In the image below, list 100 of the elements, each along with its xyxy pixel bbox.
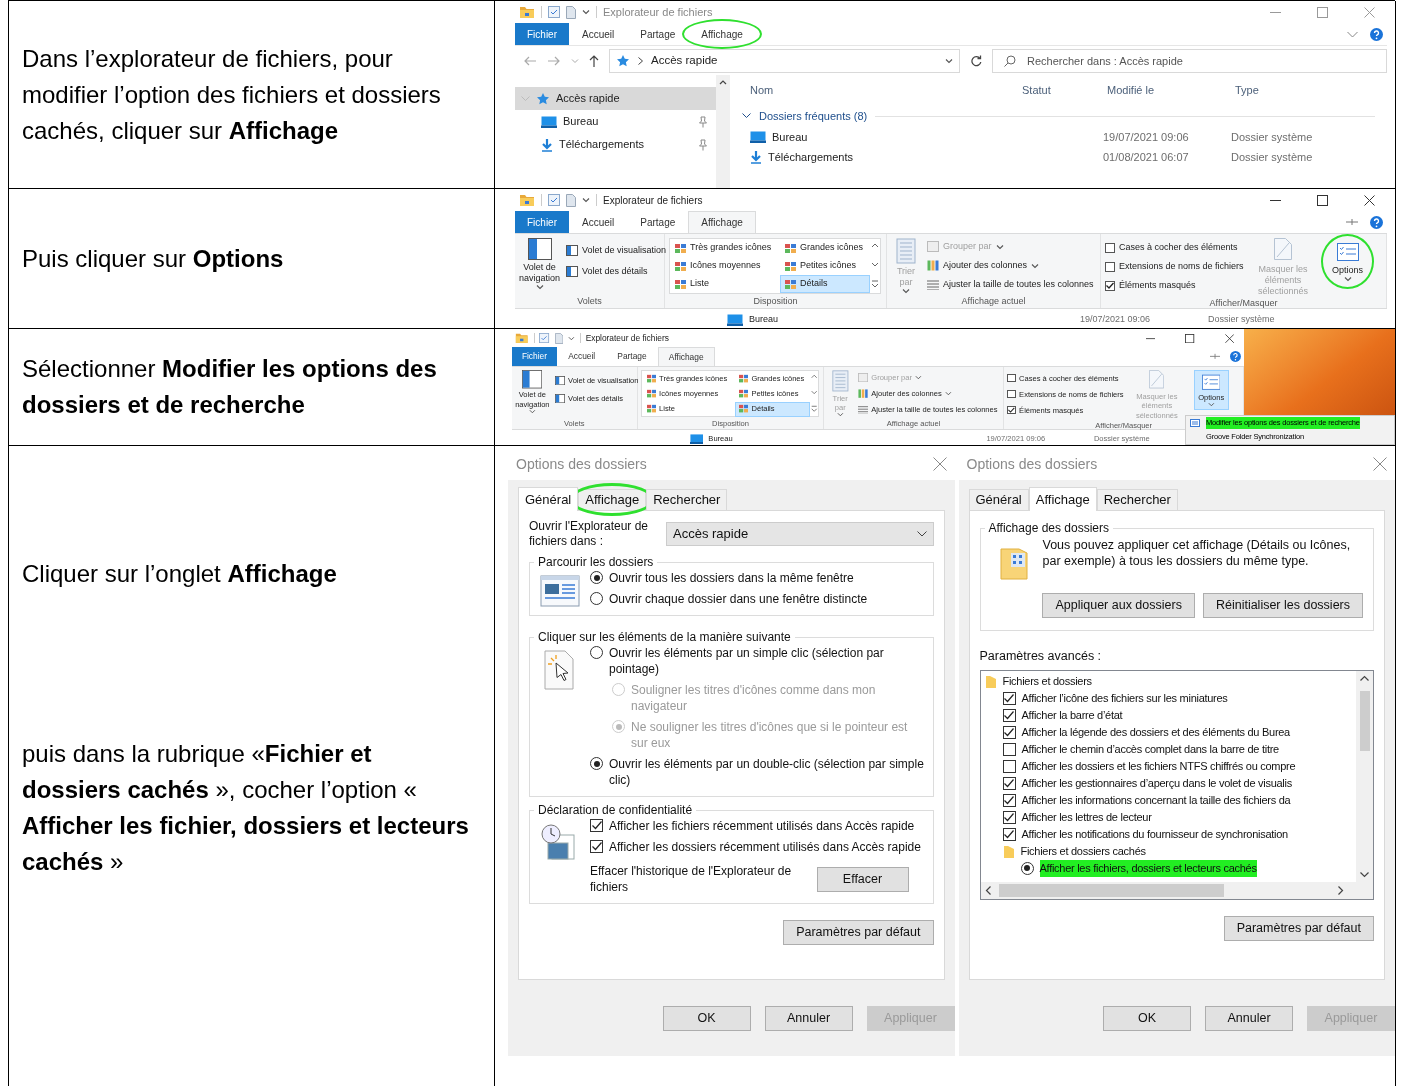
clear-button[interactable]: Effacer: [816, 866, 909, 892]
checkbox-label[interactable]: Éléments masqués: [1019, 404, 1084, 416]
checkbox[interactable]: [1007, 405, 1016, 415]
tree-label[interactable]: Afficher les notifications du fournisseur de synchronisation: [1021, 826, 1288, 843]
tree-label[interactable]: Fichiers et dossiers cachés: [1020, 843, 1146, 860]
ribbon-button[interactable]: Ajuster la taille de toutes les colonnes: [925, 276, 1096, 293]
restore-defaults-button[interactable]: Paramètres par défaut: [783, 920, 934, 945]
dialog-tab[interactable]: Affichage: [1028, 487, 1097, 511]
dialog-button[interactable]: Annuler: [764, 1005, 853, 1031]
options-button[interactable]: Options: [1327, 238, 1369, 285]
checkbox-label[interactable]: Cases à cocher des éléments: [1119, 240, 1238, 255]
option-label[interactable]: Ouvrir les éléments par un double-clic (sélection par simple clic): [609, 756, 925, 788]
maximize-icon[interactable]: [1185, 333, 1195, 343]
tree-label[interactable]: Afficher les informations concernant la taille des fichiers da: [1021, 792, 1291, 809]
dialog-button[interactable]: OK: [1103, 1005, 1191, 1031]
vertical-scroll-bar[interactable]: [1356, 670, 1373, 882]
search-field[interactable]: Rechercher dans : Accès rapide: [992, 48, 1387, 73]
checkbox[interactable]: [1002, 793, 1016, 807]
ribbon-tab[interactable]: Partage: [606, 347, 658, 366]
view-option[interactable]: Liste: [670, 275, 780, 293]
checkbox-label[interactable]: Cases à cocher des éléments: [1019, 372, 1119, 384]
pin-icon[interactable]: [1209, 353, 1220, 361]
scroll-down-icon[interactable]: [1360, 871, 1369, 878]
dropdown[interactable]: Accès rapide: [666, 522, 934, 546]
checkbox[interactable]: [1002, 742, 1016, 756]
tree-label[interactable]: Fichiers et dossiers: [1002, 673, 1092, 690]
view-option[interactable]: Détails: [780, 275, 870, 293]
horizontal-scroll-bar[interactable]: [980, 881, 1373, 899]
ribbon-tab[interactable]: Affichage: [688, 23, 756, 45]
radio-button[interactable]: [590, 571, 603, 584]
file-menu-tab[interactable]: Fichier: [511, 347, 558, 366]
ribbon-button[interactable]: Volet des détails: [564, 263, 669, 280]
tree-label[interactable]: Afficher l’icône des fichiers sur les miniatures: [1021, 690, 1228, 707]
option-label[interactable]: Ouvrir les éléments par un simple clic (sélection par pointage): [609, 645, 925, 677]
tree-label[interactable]: Afficher les dossiers et les fichiers NTFS chiffrés ou compre: [1021, 758, 1296, 775]
option-label[interactable]: Afficher les dossiers récemment utilisés dans Accès rapide: [609, 839, 921, 855]
view-option[interactable]: Grandes icônes: [734, 371, 810, 387]
dialog-tab[interactable]: Rechercher: [646, 489, 728, 510]
tree-label[interactable]: Afficher les lettres de lecteur: [1021, 809, 1152, 826]
close-icon[interactable]: [1224, 333, 1235, 343]
radio-button[interactable]: [1020, 861, 1034, 875]
checkbox-label[interactable]: Éléments masqués: [1119, 278, 1196, 293]
properties-icon[interactable]: [548, 194, 560, 206]
view-option[interactable]: Icônes moyennes: [670, 257, 780, 275]
dialog-button[interactable]: Annuler: [1205, 1005, 1293, 1031]
view-option[interactable]: Petites icônes: [780, 257, 870, 275]
option-label[interactable]: Ouvrir tous les dossiers dans la même fenêtre: [609, 570, 854, 586]
tree-label[interactable]: Afficher le chemin d’accès complet dans la barre de titre: [1021, 741, 1279, 758]
checkbox[interactable]: [1002, 759, 1016, 773]
ribbon-tab[interactable]: Partage: [627, 23, 689, 45]
navigation-item[interactable]: Bureau: [515, 110, 716, 133]
tree-label[interactable]: Afficher la légende des dossiers et des éléments du Burea: [1021, 724, 1290, 741]
chevron-down-icon[interactable]: [742, 113, 751, 119]
checkbox[interactable]: [590, 840, 603, 853]
breadcrumb-item[interactable]: Accès rapide: [651, 51, 718, 70]
view-option[interactable]: Détails: [734, 401, 810, 417]
folder-view-button[interactable]: Réinitialiser les dossiers: [1202, 593, 1363, 618]
ribbon-tab[interactable]: Accueil: [557, 347, 607, 366]
ribbon-button[interactable]: Volet de visualisation: [564, 242, 669, 259]
file-name[interactable]: Téléchargements: [768, 148, 853, 166]
group-header[interactable]: Dossiers fréquents (8): [759, 107, 868, 125]
file-menu-tab[interactable]: Fichier: [515, 211, 569, 233]
dialog-tab[interactable]: Général: [518, 487, 579, 511]
help-icon[interactable]: [1370, 215, 1383, 229]
scroll-thumb[interactable]: [1359, 691, 1370, 752]
column-header[interactable]: Nom: [738, 81, 1018, 99]
ribbon-tab[interactable]: Affichage: [657, 347, 715, 366]
scroll-right-icon[interactable]: [1338, 885, 1344, 895]
ribbon-tab[interactable]: Affichage: [688, 211, 756, 233]
ribbon-button[interactable]: Volet de visualisation: [552, 373, 641, 388]
checkbox[interactable]: [590, 819, 603, 832]
checkbox[interactable]: [1007, 390, 1016, 399]
ribbon-button[interactable]: Ajuster la taille de toutes les colonnes: [856, 402, 1000, 417]
properties-icon[interactable]: [548, 6, 560, 18]
up-arrow-icon[interactable]: [589, 53, 599, 68]
dialog-tab[interactable]: Rechercher: [1096, 489, 1178, 510]
checkbox[interactable]: [1002, 725, 1016, 739]
file-name[interactable]: Bureau: [772, 128, 808, 146]
properties-icon[interactable]: [539, 333, 550, 344]
view-option[interactable]: Petites icônes: [734, 386, 810, 402]
option-label[interactable]: Ouvrir chaque dossier dans une fenêtre distincte: [609, 591, 868, 607]
view-option[interactable]: Liste: [642, 401, 735, 417]
scroll-up-icon[interactable]: [1360, 674, 1369, 681]
view-option[interactable]: Icônes moyennes: [642, 386, 735, 402]
checkbox[interactable]: [1002, 691, 1016, 705]
file-name[interactable]: Bureau: [749, 313, 779, 327]
navigation-item[interactable]: Téléchargements: [515, 133, 716, 156]
scroll-thumb[interactable]: [998, 883, 1224, 897]
tree-label[interactable]: Afficher la barre d’état: [1021, 707, 1123, 724]
pin-icon[interactable]: [1346, 218, 1358, 226]
scroll-left-icon[interactable]: [984, 885, 991, 895]
folder-view-button[interactable]: Appliquer aux dossiers: [1042, 593, 1195, 618]
checkbox-label[interactable]: Extensions de noms de fichiers: [1019, 388, 1124, 400]
checkbox[interactable]: [1002, 708, 1016, 722]
column-header[interactable]: Type: [1231, 81, 1351, 99]
ribbon-button[interactable]: Volet des détails: [552, 391, 641, 406]
checkbox[interactable]: [1105, 242, 1115, 253]
radio-button[interactable]: [590, 592, 603, 605]
file-name[interactable]: Bureau: [708, 433, 733, 445]
checkbox[interactable]: [1002, 810, 1016, 824]
